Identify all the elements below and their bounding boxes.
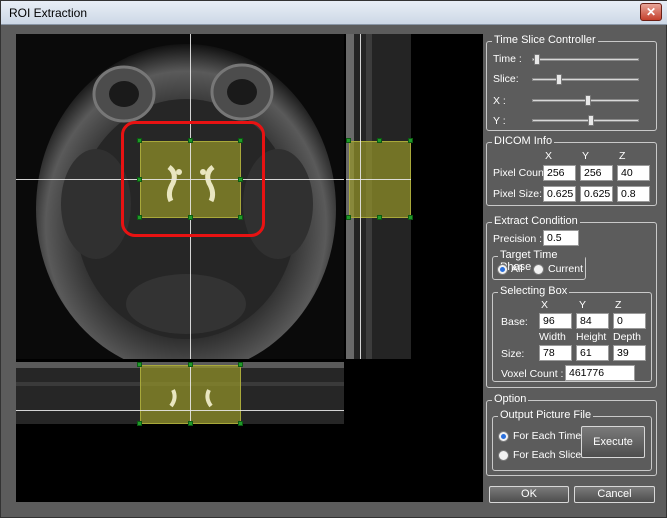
radio-each-time[interactable] bbox=[498, 431, 509, 442]
base-y-field[interactable]: 84 bbox=[576, 313, 609, 329]
col-x-header: X bbox=[541, 299, 549, 311]
slice-slider-thumb[interactable] bbox=[556, 74, 563, 85]
group-title: Selecting Box bbox=[498, 285, 570, 297]
highlight-annotation bbox=[121, 121, 265, 237]
roi-handle[interactable] bbox=[408, 138, 413, 143]
execute-button[interactable]: Execute bbox=[581, 426, 645, 458]
voxel-count-field[interactable]: 461776 bbox=[565, 365, 635, 381]
radio-each-time-label: For Each Time bbox=[513, 430, 582, 442]
roi-handle[interactable] bbox=[188, 362, 193, 367]
pixel-size-label: Pixel Size: bbox=[493, 188, 543, 200]
radio-each-slice-label: For Each Slice bbox=[513, 449, 582, 461]
crosshair-horizontal bbox=[346, 179, 411, 180]
dicom-info-group: DICOM Info X Y Z Pixel Count: 256 256 40… bbox=[486, 135, 657, 206]
time-slider-thumb[interactable] bbox=[534, 54, 541, 65]
group-title: Option bbox=[492, 393, 529, 405]
pixel-count-label: Pixel Count: bbox=[493, 167, 550, 179]
slice-slider-track[interactable] bbox=[532, 78, 639, 81]
pixel-size-x-field[interactable]: 0.625 bbox=[543, 186, 576, 202]
size-label: Size: bbox=[501, 348, 525, 360]
time-label: Time : bbox=[493, 53, 522, 65]
y-slider-track[interactable] bbox=[532, 119, 639, 122]
radio-all-label: All bbox=[511, 263, 523, 275]
roi-handle[interactable] bbox=[346, 215, 351, 220]
radio-current-label: Current bbox=[548, 263, 584, 275]
depth-header: Depth bbox=[613, 331, 642, 343]
option-group: Option Output Picture File For Each Time… bbox=[486, 393, 657, 476]
crosshair-horizontal bbox=[16, 410, 344, 411]
size-height-field[interactable]: 61 bbox=[576, 345, 609, 361]
width-header: Width bbox=[539, 331, 566, 343]
roi-handle[interactable] bbox=[238, 362, 243, 367]
ok-button[interactable]: OK bbox=[489, 486, 569, 503]
roi-handle[interactable] bbox=[188, 421, 193, 426]
height-header: Height bbox=[576, 331, 607, 343]
crosshair-vertical bbox=[360, 34, 361, 359]
coronal-view[interactable] bbox=[16, 362, 344, 502]
size-depth-field[interactable]: 39 bbox=[613, 345, 646, 361]
time-slider-track[interactable] bbox=[532, 58, 639, 61]
group-title: Time Slice Controller bbox=[492, 34, 598, 46]
title-bar[interactable]: ROI Extraction ✕ bbox=[1, 1, 667, 25]
cancel-button[interactable]: Cancel bbox=[574, 486, 655, 503]
window-title: ROI Extraction bbox=[9, 6, 88, 20]
col-y-header: Y bbox=[582, 150, 590, 162]
roi-handle[interactable] bbox=[137, 362, 142, 367]
radio-current[interactable] bbox=[533, 264, 544, 275]
pixel-count-z-field[interactable]: 40 bbox=[617, 165, 650, 181]
roi-handle[interactable] bbox=[346, 138, 351, 143]
group-title: Extract Condition bbox=[492, 215, 580, 227]
col-z-header: Z bbox=[619, 150, 626, 162]
pixel-count-x-field[interactable]: 256 bbox=[543, 165, 576, 181]
roi-extraction-window: ROI Extraction ✕ Time Slice Controller T… bbox=[0, 0, 667, 518]
y-label: Y : bbox=[493, 115, 506, 127]
close-button[interactable]: ✕ bbox=[640, 3, 662, 21]
x-slider-thumb[interactable] bbox=[584, 95, 591, 106]
extract-condition-group: Extract Condition Precision : 0.5 Target… bbox=[486, 215, 657, 388]
selecting-box-group: Selecting Box X Y Z Base: 96 84 0 Width … bbox=[492, 285, 652, 382]
roi-handle[interactable] bbox=[377, 215, 382, 220]
vessel-highlight bbox=[169, 389, 213, 408]
image-viewer-area bbox=[16, 34, 483, 502]
y-slider-thumb[interactable] bbox=[587, 115, 594, 126]
size-width-field[interactable]: 78 bbox=[539, 345, 572, 361]
radio-each-slice[interactable] bbox=[498, 450, 509, 461]
roi-handle[interactable] bbox=[408, 215, 413, 220]
roi-handle[interactable] bbox=[137, 421, 142, 426]
col-y-header: Y bbox=[579, 299, 587, 311]
base-z-field[interactable]: 0 bbox=[613, 313, 646, 329]
roi-handle[interactable] bbox=[377, 138, 382, 143]
radio-all[interactable] bbox=[497, 264, 508, 275]
col-z-header: Z bbox=[615, 299, 622, 311]
base-label: Base: bbox=[501, 316, 528, 328]
crosshair-vertical bbox=[190, 362, 191, 424]
voxel-count-label: Voxel Count : bbox=[501, 368, 564, 380]
output-picture-file-group: Output Picture File For Each Time For Ea… bbox=[492, 409, 652, 471]
pixel-count-y-field[interactable]: 256 bbox=[580, 165, 613, 181]
roi-handle[interactable] bbox=[238, 421, 243, 426]
base-x-field[interactable]: 96 bbox=[539, 313, 572, 329]
time-slice-controller-group: Time Slice Controller Time : Slice: X : … bbox=[486, 34, 657, 131]
slice-label: Slice: bbox=[493, 73, 519, 85]
col-x-header: X bbox=[545, 150, 553, 162]
sagittal-view[interactable] bbox=[346, 34, 483, 359]
precision-field[interactable]: 0.5 bbox=[543, 230, 579, 246]
close-icon: ✕ bbox=[645, 5, 657, 19]
precision-label: Precision : bbox=[493, 233, 543, 245]
group-title: DICOM Info bbox=[492, 135, 555, 147]
group-title: Output Picture File bbox=[498, 409, 594, 421]
x-label: X : bbox=[493, 95, 506, 107]
target-time-phase-group: Target Time Phase All Current bbox=[492, 249, 586, 280]
pixel-size-z-field[interactable]: 0.8 bbox=[617, 186, 650, 202]
pixel-size-y-field[interactable]: 0.625 bbox=[580, 186, 613, 202]
